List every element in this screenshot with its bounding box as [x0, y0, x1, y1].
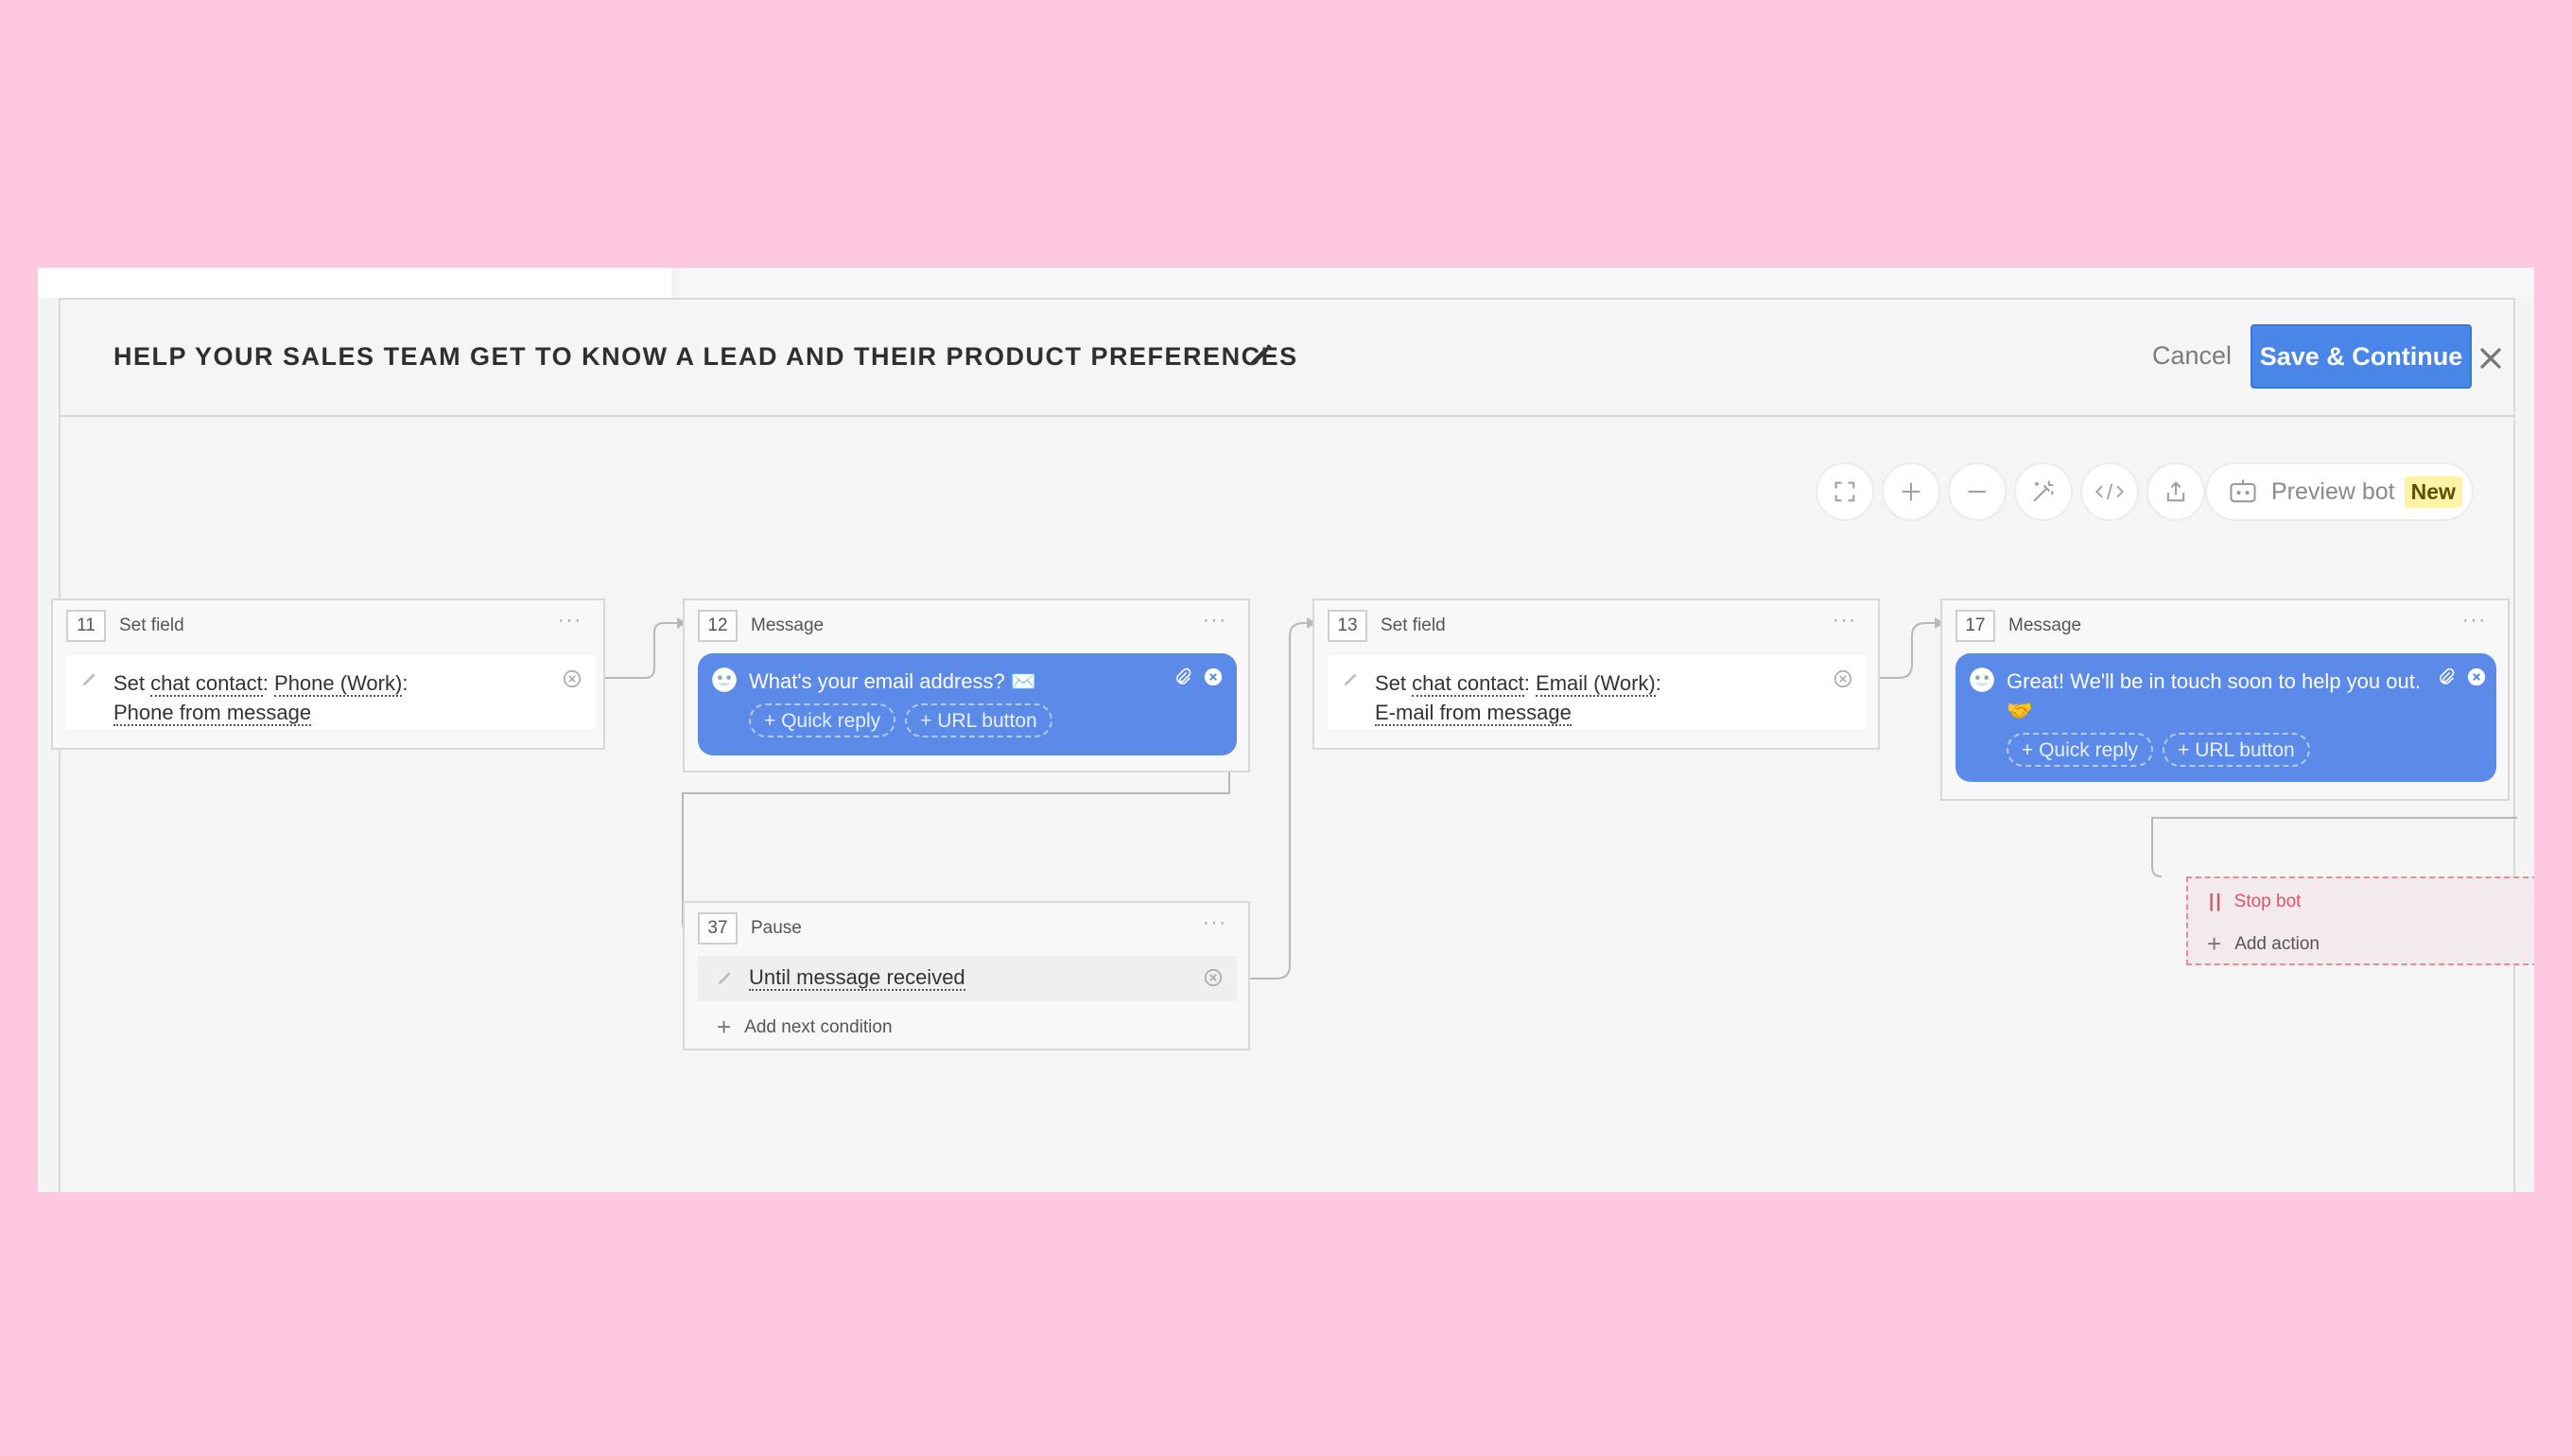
button-row: + Quick reply + URL button — [2007, 733, 2477, 767]
code-icon — [2094, 483, 2125, 500]
node-header: 17 Message ··· — [1942, 600, 2508, 650]
quick-reply-button[interactable]: + Quick reply — [749, 703, 896, 737]
zoom-out-icon — [1968, 490, 1987, 494]
remove-icon[interactable] — [1833, 668, 1853, 689]
set-field-action[interactable]: Set chat contact: Phone (Work): Phone fr… — [66, 655, 596, 729]
target-field[interactable]: Phone (Work) — [274, 671, 403, 697]
fullscreen-button[interactable] — [1816, 462, 1874, 521]
flow-node-17[interactable]: 17 Message ··· Great! We'll be in touch … — [1940, 598, 2510, 801]
action-prefix: Set — [1375, 671, 1413, 695]
message-text: What's your email address? ✉️ — [749, 669, 1037, 693]
modal-header: HELP YOUR SALES TEAM GET TO KNOW A LEAD … — [61, 300, 2513, 417]
target-entity[interactable]: chat contact — [1412, 671, 1524, 697]
field-value[interactable]: E-mail from message — [1375, 701, 1572, 726]
bot-avatar-icon — [1970, 667, 1994, 692]
zoom-in-icon — [1902, 482, 1920, 501]
more-options-icon[interactable]: ··· — [2462, 610, 2487, 632]
remove-icon[interactable] — [1203, 967, 1224, 988]
stop-bot-block[interactable]: || Stop bot + Add action — [2186, 876, 2534, 965]
remove-icon[interactable] — [1203, 667, 1224, 687]
close-icon[interactable] — [2474, 341, 2508, 375]
save-continue-button[interactable]: Save & Continue — [2250, 324, 2472, 389]
pause-condition[interactable]: Until message received — [698, 956, 1237, 1001]
zoom-in-button[interactable] — [1882, 462, 1940, 521]
stop-bot-action[interactable]: || Stop bot — [2209, 892, 2301, 912]
node-header: 12 Message ··· — [685, 600, 1248, 650]
node-number: 11 — [66, 610, 106, 642]
fullscreen-icon — [1834, 481, 1855, 502]
more-options-icon[interactable]: ··· — [558, 610, 582, 632]
action-prefix: Set — [113, 671, 151, 695]
plus-icon: + — [2207, 929, 2222, 958]
target-field[interactable]: Email (Work) — [1536, 671, 1656, 697]
separator: : — [1523, 671, 1537, 695]
add-condition-label: Add next condition — [744, 1017, 893, 1037]
node-type-label: Message — [751, 615, 825, 635]
attachment-icon[interactable] — [1173, 665, 1193, 689]
node-number: 17 — [1955, 610, 1995, 642]
flow-node-37[interactable]: 37 Pause ··· Until message received + Add… — [683, 901, 1250, 1050]
background-bar — [679, 268, 2534, 298]
plus-icon: + — [717, 1013, 732, 1041]
node-type-label: Set field — [119, 615, 184, 635]
separator: : — [262, 671, 275, 695]
node-header: 11 Set field ··· — [53, 600, 603, 650]
auto-arrange-button[interactable] — [2014, 462, 2073, 521]
remove-icon[interactable] — [2466, 667, 2487, 687]
node-type-label: Pause — [751, 918, 802, 938]
node-type-label: Set field — [1381, 615, 1446, 635]
target-entity[interactable]: chat contact — [150, 671, 263, 697]
flow-node-11[interactable]: 11 Set field ··· Set chat contact: Phone… — [51, 598, 605, 750]
page-title: HELP YOUR SALES TEAM GET TO KNOW A LEAD … — [113, 342, 1298, 371]
more-options-icon[interactable]: ··· — [1203, 912, 1227, 934]
preview-bot-label: Preview bot — [2271, 477, 2395, 505]
attachment-icon[interactable] — [2436, 665, 2457, 689]
node-header: 37 Pause ··· — [685, 903, 1248, 952]
preview-bot-button[interactable]: Preview bot New — [2205, 462, 2474, 521]
separator: : — [402, 671, 408, 695]
cancel-button[interactable]: Cancel — [2152, 341, 2232, 371]
bot-avatar-icon — [712, 667, 737, 692]
field-value[interactable]: Phone from message — [113, 701, 312, 726]
pause-icon: || — [2209, 892, 2223, 911]
flow-node-13[interactable]: 13 Set field ··· Set chat contact: Email… — [1312, 598, 1880, 750]
more-options-icon[interactable]: ··· — [1203, 610, 1227, 632]
quick-reply-button[interactable]: + Quick reply — [2007, 733, 2154, 767]
node-header: 13 Set field ··· — [1314, 600, 1878, 650]
separator: : — [1655, 671, 1661, 695]
background-bar — [38, 268, 671, 298]
add-action-button[interactable]: + Add action — [2207, 929, 2320, 959]
node-number: 13 — [1328, 610, 1367, 642]
node-type-label: Message — [2008, 615, 2082, 635]
export-button[interactable] — [2146, 462, 2205, 521]
remove-icon[interactable] — [562, 668, 582, 689]
app-screen: HELP YOUR SALES TEAM GET TO KNOW A LEAD … — [38, 268, 2534, 1192]
more-options-icon[interactable]: ··· — [1833, 610, 1857, 632]
bot-icon — [2230, 479, 2256, 503]
condition-text[interactable]: Until message received — [749, 965, 965, 991]
url-button[interactable]: + URL button — [905, 703, 1052, 737]
message-bubble[interactable]: What's your email address? ✉️ + Quick re… — [698, 653, 1237, 755]
pencil-icon[interactable] — [715, 967, 736, 988]
set-field-action[interactable]: Set chat contact: Email (Work): E-mail f… — [1328, 655, 1867, 729]
magic-wand-icon — [2033, 480, 2054, 502]
flow-node-12[interactable]: 12 Message ··· What's your email address… — [683, 598, 1250, 772]
button-row: + Quick reply + URL button — [749, 703, 1218, 737]
stop-bot-label: Stop bot — [2233, 892, 2302, 911]
message-text: Great! We'll be in touch soon to help yo… — [2007, 669, 2421, 722]
export-icon — [2166, 481, 2185, 502]
pencil-icon[interactable] — [1341, 668, 1362, 689]
zoom-out-button[interactable] — [1948, 462, 2007, 521]
add-next-condition-button[interactable]: + Add next condition — [717, 1013, 893, 1042]
pencil-icon[interactable] — [1246, 339, 1277, 370]
new-badge: New — [2404, 476, 2462, 508]
bot-editor-modal: HELP YOUR SALES TEAM GET TO KNOW A LEAD … — [51, 298, 2534, 1192]
message-bubble[interactable]: Great! We'll be in touch soon to help yo… — [1955, 653, 2496, 782]
code-button[interactable] — [2080, 462, 2139, 521]
node-number: 37 — [698, 912, 738, 945]
node-number: 12 — [698, 610, 738, 642]
pencil-icon[interactable] — [79, 668, 100, 689]
url-button[interactable]: + URL button — [2163, 733, 2310, 767]
add-action-label: Add action — [2234, 934, 2320, 954]
